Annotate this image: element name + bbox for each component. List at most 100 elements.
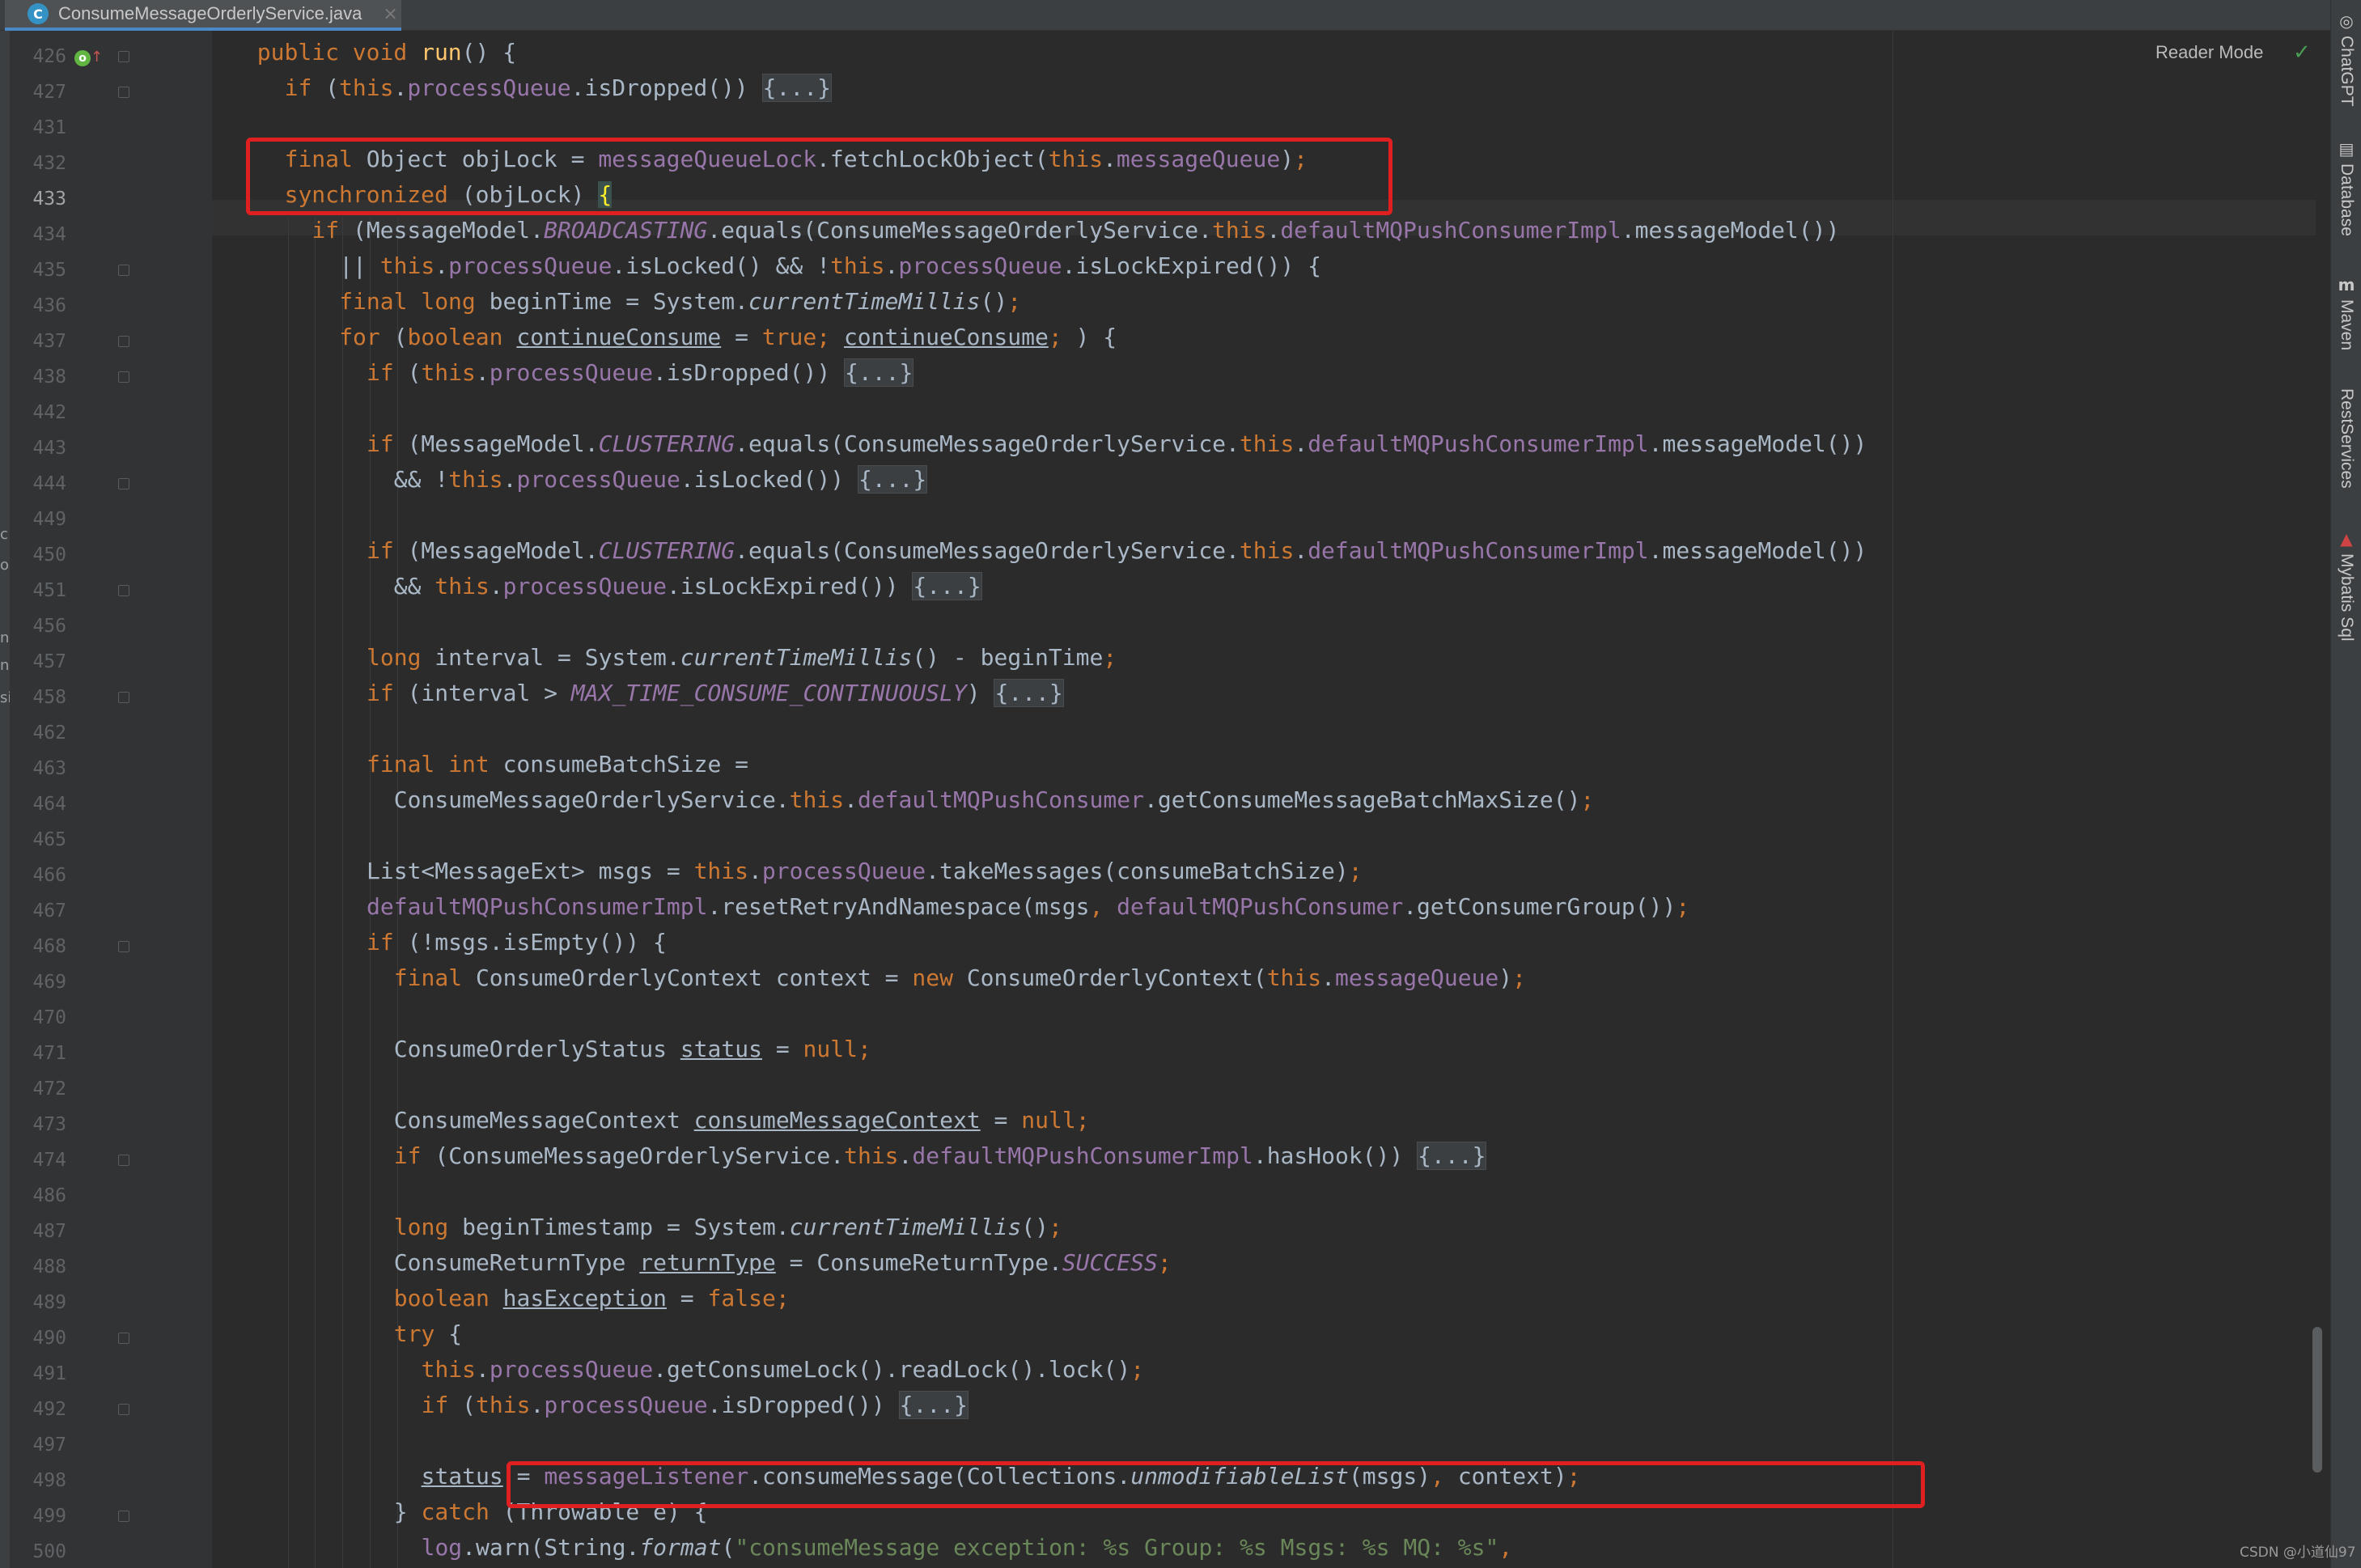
code-line[interactable]: && !this.processQueue.isLocked()) {...} (394, 465, 928, 502)
folded-code-region[interactable]: {...} (857, 465, 928, 494)
inspection-ok-icon[interactable]: ✓ (2293, 40, 2311, 65)
line-number[interactable]: 438 (19, 359, 66, 395)
fold-toggle-icon[interactable] (118, 1333, 129, 1344)
code-line[interactable]: defaultMQPushConsumerImpl.resetRetryAndN… (367, 893, 1689, 929)
fold-toggle-icon[interactable] (118, 371, 129, 383)
line-number[interactable]: 442 (19, 395, 66, 430)
close-icon[interactable]: × (383, 4, 397, 24)
line-number[interactable]: 467 (19, 893, 66, 929)
fold-toggle-icon[interactable] (118, 265, 129, 276)
line-number[interactable]: 492 (19, 1392, 66, 1427)
code-line[interactable]: if (this.processQueue.isDropped()) {...} (422, 1391, 969, 1427)
code-line[interactable]: final int consumeBatchSize = (367, 751, 748, 786)
code-line[interactable]: if (interval > MAX_TIME_CONSUME_CONTINUO… (367, 679, 1064, 715)
line-number[interactable]: 490 (19, 1320, 66, 1356)
fold-toggle-icon[interactable] (118, 1404, 129, 1415)
fold-toggle-icon[interactable] (118, 585, 129, 596)
line-number[interactable]: 450 (19, 537, 66, 573)
line-number[interactable]: 488 (19, 1249, 66, 1285)
code-line[interactable]: final ConsumeOrderlyContext context = ne… (394, 964, 1526, 1000)
folded-code-region[interactable]: {...} (898, 1391, 969, 1419)
line-number[interactable]: 486 (19, 1178, 66, 1214)
line-number[interactable]: 444 (19, 466, 66, 502)
code-line[interactable]: List<MessageExt> msgs = this.processQueu… (367, 858, 1363, 893)
code-line[interactable]: if (MessageModel.CLUSTERING.equals(Consu… (367, 430, 1867, 466)
line-number[interactable]: 472 (19, 1071, 66, 1107)
folded-code-region[interactable]: {...} (1417, 1142, 1487, 1170)
code-line[interactable]: if (ConsumeMessageOrderlyService.this.de… (394, 1142, 1487, 1178)
tool-window-maven[interactable]: m Maven (2331, 275, 2361, 350)
fold-toggle-icon[interactable] (118, 1511, 129, 1522)
code-line[interactable]: for (boolean continueConsume = true; con… (339, 324, 1117, 359)
tool-window-chatgpt[interactable]: ◎ ChatGPT (2331, 11, 2361, 107)
code-line[interactable]: if (MessageModel.CLUSTERING.equals(Consu… (367, 537, 1867, 573)
line-number[interactable]: 469 (19, 964, 66, 1000)
code-line[interactable]: ConsumeMessageContext consumeMessageCont… (394, 1107, 1090, 1142)
line-number[interactable]: 500 (19, 1534, 66, 1568)
line-number[interactable]: 487 (19, 1214, 66, 1249)
line-number[interactable]: 463 (19, 751, 66, 786)
code-line[interactable]: final long beginTime = System.currentTim… (339, 288, 1021, 324)
line-number[interactable]: 458 (19, 680, 66, 715)
line-number[interactable]: 470 (19, 1000, 66, 1036)
line-number[interactable]: 474 (19, 1142, 66, 1178)
reader-mode-button[interactable]: Reader Mode (2155, 42, 2263, 63)
tool-window-restservices[interactable]: RestServices (2331, 388, 2361, 489)
fold-toggle-icon[interactable] (118, 51, 129, 62)
code-line[interactable]: log.warn(String.format("consumeMessage e… (422, 1534, 1513, 1568)
line-number[interactable]: 471 (19, 1036, 66, 1071)
code-line[interactable]: boolean hasException = false; (394, 1285, 790, 1320)
line-number[interactable]: 437 (19, 324, 66, 359)
line-number[interactable]: 462 (19, 715, 66, 751)
tool-window-mybatis-sql[interactable]: ▲ Mybatis Sql (2331, 529, 2361, 642)
fold-toggle-icon[interactable] (118, 941, 129, 952)
line-number[interactable]: 443 (19, 430, 66, 466)
override-method-icon[interactable]: o (74, 50, 91, 66)
tab-consume-message-orderly-service[interactable]: C ConsumeMessageOrderlyService.java × (5, 0, 401, 31)
line-number[interactable]: 489 (19, 1285, 66, 1320)
line-number[interactable]: 464 (19, 786, 66, 822)
line-number[interactable]: 465 (19, 822, 66, 858)
code-line[interactable]: long beginTimestamp = System.currentTime… (394, 1214, 1062, 1249)
code-editor[interactable]: public void run() {if (this.processQueue… (212, 31, 2316, 1568)
line-number[interactable]: 434 (19, 217, 66, 252)
folded-code-region[interactable]: {...} (912, 572, 982, 600)
line-number[interactable]: 457 (19, 644, 66, 680)
line-number[interactable]: 468 (19, 929, 66, 964)
code-line[interactable]: long interval = System.currentTimeMillis… (367, 644, 1117, 680)
code-line[interactable]: if (!msgs.isEmpty()) { (367, 929, 667, 964)
line-number[interactable]: 473 (19, 1107, 66, 1142)
code-line[interactable]: ConsumeMessageOrderlyService.this.defaul… (394, 786, 1594, 822)
line-number[interactable]: 449 (19, 502, 66, 537)
code-line[interactable]: if (this.processQueue.isDropped()) {...} (367, 358, 914, 395)
folded-code-region[interactable]: {...} (994, 679, 1064, 707)
code-line[interactable]: public void run() { (257, 39, 516, 74)
line-number[interactable]: 431 (19, 110, 66, 146)
line-number[interactable]: 456 (19, 608, 66, 644)
folded-code-region[interactable]: {...} (761, 74, 832, 102)
code-line[interactable]: this.processQueue.getConsumeLock().readL… (422, 1356, 1144, 1392)
code-line[interactable]: && this.processQueue.isLockExpired()) {.… (394, 572, 982, 608)
code-line[interactable]: ConsumeReturnType returnType = ConsumeRe… (394, 1249, 1172, 1285)
line-number[interactable]: 432 (19, 146, 66, 181)
vertical-scrollbar[interactable] (2312, 1327, 2322, 1473)
code-line[interactable]: try { (394, 1320, 462, 1356)
folded-code-region[interactable]: {...} (844, 358, 914, 387)
code-line[interactable]: if (this.processQueue.isDropped()) {...} (285, 74, 832, 110)
code-line[interactable]: || this.processQueue.isLocked() && !this… (339, 252, 1321, 288)
fold-toggle-icon[interactable] (118, 478, 129, 489)
line-number[interactable]: 497 (19, 1427, 66, 1463)
tool-window-database[interactable]: ▤ Database (2331, 139, 2361, 236)
line-number[interactable]: 435 (19, 252, 66, 288)
line-number[interactable]: 433 (19, 181, 66, 217)
line-number[interactable]: 499 (19, 1498, 66, 1534)
line-number[interactable]: 466 (19, 858, 66, 893)
line-number[interactable]: 426 (19, 39, 66, 74)
line-number[interactable]: 491 (19, 1356, 66, 1392)
line-number[interactable]: 436 (19, 288, 66, 324)
code-line[interactable]: if (MessageModel.BROADCASTING.equals(Con… (312, 217, 1839, 252)
line-number[interactable]: 427 (19, 74, 66, 110)
line-number[interactable]: 451 (19, 573, 66, 608)
fold-toggle-icon[interactable] (118, 692, 129, 703)
code-line[interactable]: ConsumeOrderlyStatus status = null; (394, 1036, 871, 1071)
